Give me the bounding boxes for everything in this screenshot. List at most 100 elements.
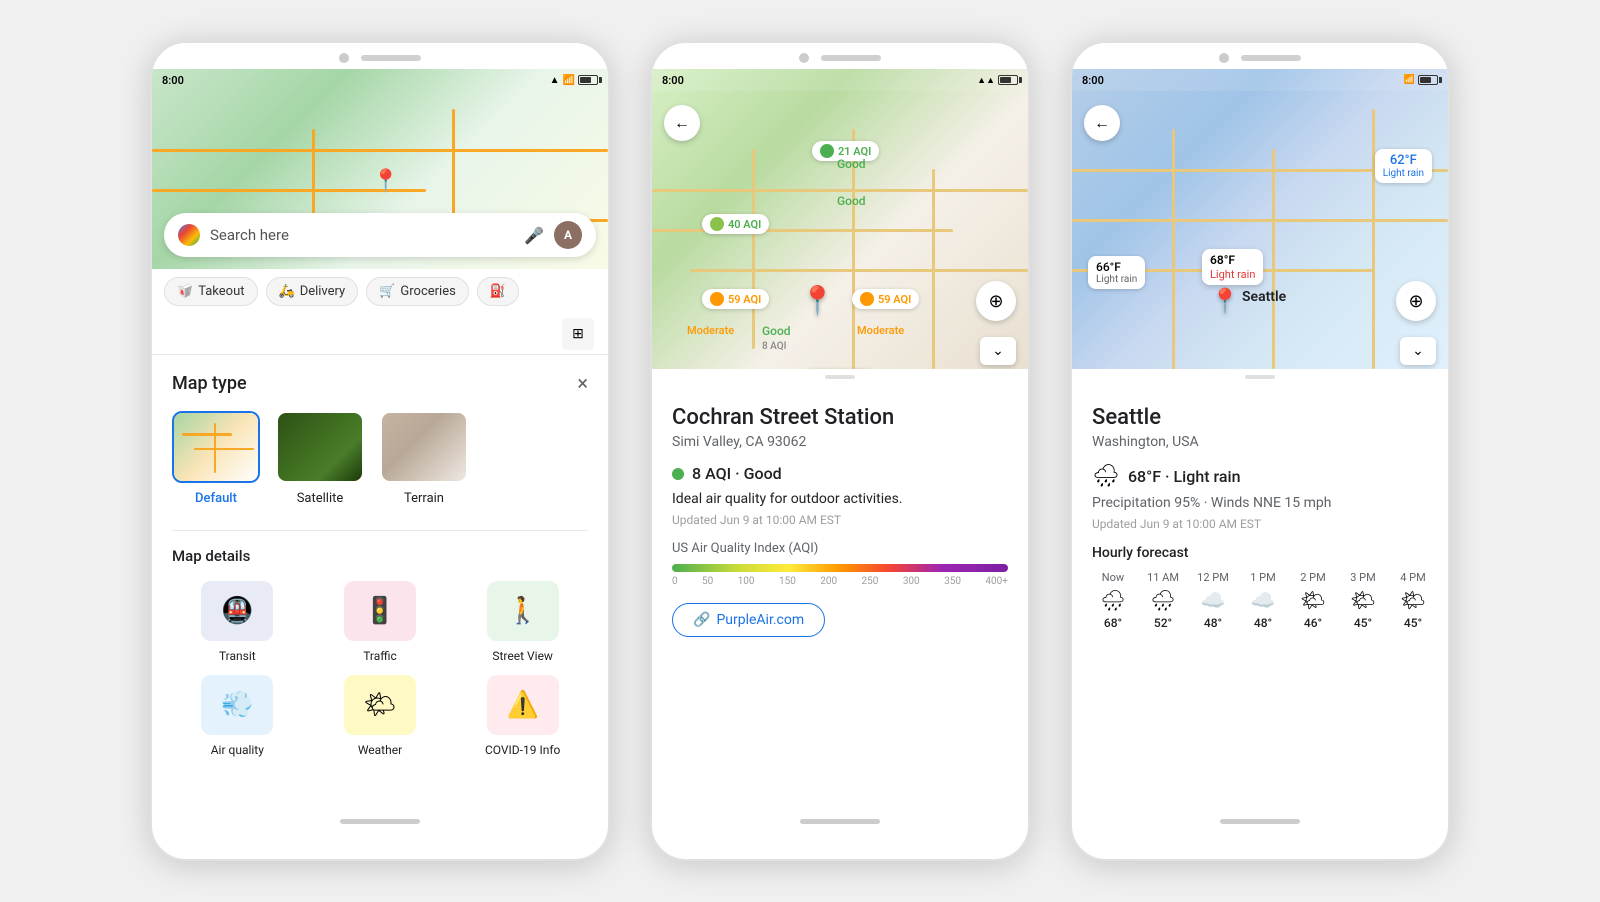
pin-temp: 68°F (1210, 253, 1235, 267)
phone-1-content: 8:00 ▲ 📶 📍 (152, 69, 608, 809)
user-avatar[interactable]: A (554, 221, 582, 249)
forecast-temp-5: 45° (1354, 616, 1372, 630)
phone-2-speaker (821, 55, 881, 61)
weather-badge-top: 62°F Light rain (1375, 149, 1432, 183)
map-type-label-satellite: Satellite (297, 491, 344, 506)
info-panel-2: Cochran Street Station Simi Valley, CA 9… (652, 385, 1028, 653)
road-3-v2 (1272, 149, 1275, 369)
location-address-2: Simi Valley, CA 93062 (672, 434, 1008, 450)
aqi-index-label: US Air Quality Index (AQI) (672, 541, 1008, 556)
weather-badge-bottom: 66°F Light rain (1088, 256, 1145, 289)
back-button-2[interactable]: ← (664, 105, 700, 141)
detail-airquality[interactable]: 💨 Air quality (172, 675, 303, 757)
forecast-icon-5: 🌤 (1350, 588, 1375, 612)
aqi-description: Ideal air quality for outdoor activities… (672, 491, 1008, 507)
phone-1-bottom-bar (152, 809, 608, 838)
road-2-h3 (690, 269, 1028, 272)
location-button-2[interactable]: ⊕ (976, 281, 1016, 321)
road-3-v3 (1372, 109, 1375, 369)
location-button-3[interactable]: ⊕ (1396, 281, 1436, 321)
forecast-time-1: 11 AM (1147, 571, 1179, 584)
phone-2-top-bar (652, 43, 1028, 69)
layers-row: ⊞ (152, 314, 608, 354)
detail-streetview[interactable]: 🚶 Street View (457, 581, 588, 663)
map-type-title: Map type (172, 373, 247, 394)
forecast-icon-0: 🌧 (1100, 588, 1125, 612)
info-panel-3: Seattle Washington, USA 🌧 68°F · Light r… (1072, 385, 1448, 646)
purpleair-button[interactable]: 🔗 PurpleAir.com (672, 603, 825, 637)
forecast-time-0: Now (1102, 571, 1124, 584)
purpleair-label: PurpleAir.com (716, 612, 804, 628)
quality-moderate-2: Moderate (857, 324, 904, 337)
weather-label: Weather (358, 743, 402, 757)
status-bar-3: 8:00 📶 (1072, 69, 1448, 91)
groceries-pill[interactable]: 🛒Groceries (366, 277, 469, 306)
detail-weather[interactable]: 🌤 Weather (315, 675, 446, 757)
forecast-4pm: 4 PM 🌤 45° (1392, 571, 1428, 630)
pin-weather-badge: 68°F Light rain (1202, 249, 1263, 285)
panel-header: Map type × (172, 371, 588, 395)
aqi-dot (672, 468, 684, 480)
phone-3-speaker (1241, 55, 1301, 61)
forecast-now: Now 🌧 68° (1092, 571, 1134, 630)
back-button-3[interactable]: ← (1084, 105, 1120, 141)
scroll-indicator-3 (1072, 369, 1448, 385)
forecast-time-4: 2 PM (1300, 571, 1325, 584)
phone-2-content: 8:00 ▲▲ ← 21 AQI (652, 69, 1028, 809)
weather-icon-large: 🌧 (1092, 464, 1120, 489)
aqi-text: 8 AQI · Good (692, 464, 782, 483)
detail-covid[interactable]: ⚠️ COVID-19 Info (457, 675, 588, 757)
status-bar-1: 8:00 ▲ 📶 (152, 69, 608, 91)
mic-icon[interactable]: 🎤 (524, 226, 544, 245)
map-preview-bg: 8:00 ▲ 📶 📍 (152, 69, 608, 269)
map-type-satellite[interactable]: Satellite (276, 411, 364, 506)
badge-temp-bottom: 66°F (1096, 260, 1121, 274)
forecast-temp-2: 48° (1204, 616, 1222, 630)
scroll-dot-3 (1245, 375, 1275, 379)
takeout-pill[interactable]: 🥡Takeout (164, 277, 258, 306)
forecast-time-2: 12 PM (1197, 571, 1229, 584)
phone-2-home (800, 819, 880, 824)
airquality-icon: 💨 (201, 675, 273, 735)
signal-icons-2: ▲▲ (977, 75, 1018, 86)
hourly-label: Hourly forecast (1092, 545, 1428, 561)
close-button[interactable]: × (577, 371, 588, 395)
forecast-temp-0: 68° (1104, 616, 1122, 630)
weather-row: 🌧 68°F · Light rain (1092, 464, 1428, 489)
status-time-2: 8:00 (662, 74, 684, 87)
aqi-bubble-3: 59 AQI (702, 289, 769, 309)
search-input[interactable]: Search here (210, 226, 514, 244)
phones-container: 8:00 ▲ 📶 📍 (130, 21, 1470, 881)
aqi-bar (672, 564, 1008, 572)
status-bar-2: 8:00 ▲▲ (652, 69, 1028, 91)
phone-3-home (1220, 819, 1300, 824)
map-area-3: 8:00 📶 ← 62°F Light ra (1072, 69, 1448, 369)
search-bar[interactable]: Search here 🎤 A (164, 213, 596, 257)
weather-precipitation: Precipitation 95% · Winds NNE 15 mph (1092, 495, 1428, 511)
chevron-button-2[interactable]: ⌄ (980, 337, 1016, 365)
phone-3-camera (1219, 53, 1229, 63)
road-2-h2 (652, 229, 953, 232)
divider-2 (172, 530, 588, 531)
delivery-pill[interactable]: 🛵Delivery (266, 277, 359, 306)
map-type-thumb-satellite (276, 411, 364, 483)
phone-2: 8:00 ▲▲ ← 21 AQI (650, 41, 1030, 861)
map-pin-1: 📍 (372, 169, 399, 194)
gas-pill[interactable]: ⛽ (477, 277, 519, 306)
detail-traffic[interactable]: 🚦 Traffic (315, 581, 446, 663)
forecast-time-6: 4 PM (1400, 571, 1425, 584)
phone-2-camera (799, 53, 809, 63)
signal-icons-3: 📶 (1404, 75, 1438, 85)
map-type-default[interactable]: Default (172, 411, 260, 506)
layers-btn[interactable]: ⊞ (562, 318, 594, 350)
phone-1-speaker (361, 55, 421, 61)
map-type-terrain[interactable]: Terrain (380, 411, 468, 506)
phone-2-bottom-bar (652, 809, 1028, 838)
forecast-11am: 11 AM 🌧 52° (1142, 571, 1184, 630)
forecast-temp-4: 46° (1304, 616, 1322, 630)
quality-good-3: Good8 AQI (762, 324, 791, 352)
forecast-icon-2: ☁️ (1201, 588, 1226, 612)
chevron-button-3[interactable]: ⌄ (1400, 337, 1436, 365)
quality-good-1: Good (837, 157, 866, 171)
detail-transit[interactable]: 🚇 Transit (172, 581, 303, 663)
